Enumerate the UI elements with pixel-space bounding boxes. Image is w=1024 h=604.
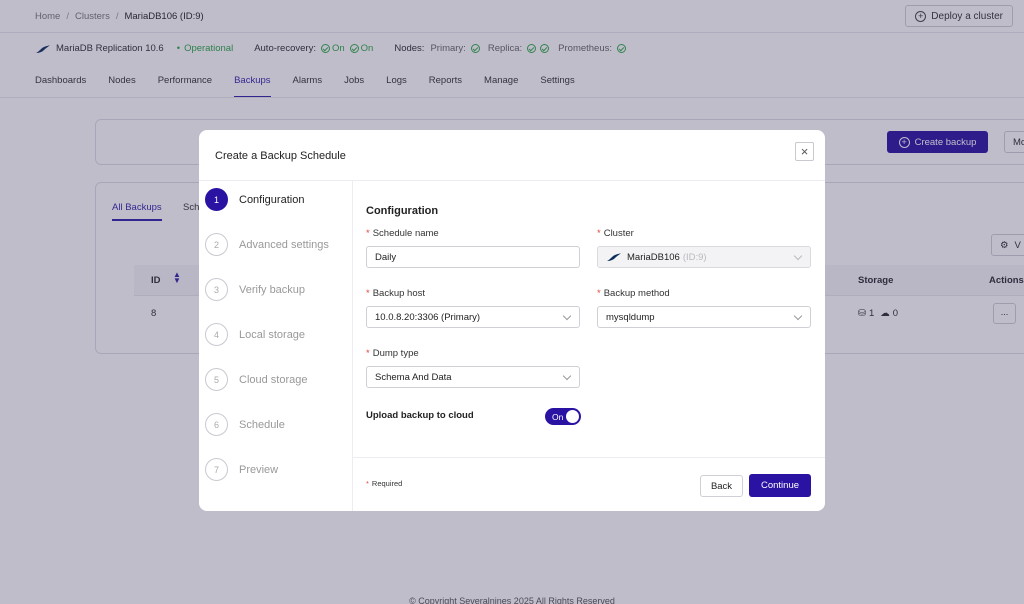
required-asterisk: * bbox=[366, 479, 369, 488]
step-local-storage[interactable]: 4 Local storage bbox=[205, 323, 305, 346]
backup-method-value: mysqldump bbox=[606, 311, 655, 323]
step-cloud-storage[interactable]: 5 Cloud storage bbox=[205, 368, 308, 391]
required-asterisk: * bbox=[366, 228, 370, 239]
step-preview[interactable]: 7 Preview bbox=[205, 458, 278, 481]
cluster-value: MariaDB106 bbox=[627, 251, 680, 263]
step-label: Verify backup bbox=[239, 283, 306, 296]
chevron-down-icon bbox=[793, 251, 803, 261]
step-number: 1 bbox=[205, 188, 228, 211]
step-schedule[interactable]: 6 Schedule bbox=[205, 413, 285, 436]
dump-type-label-text: Dump type bbox=[372, 348, 419, 359]
step-advanced-settings[interactable]: 2 Advanced settings bbox=[205, 233, 329, 256]
continue-button[interactable]: Continue bbox=[749, 474, 811, 497]
dump-type-label: * Dump type bbox=[366, 348, 419, 359]
step-verify-backup[interactable]: 3 Verify backup bbox=[205, 278, 305, 301]
toggle-state: On bbox=[552, 411, 564, 422]
toggle-knob bbox=[566, 410, 579, 423]
dump-type-value: Schema And Data bbox=[375, 371, 452, 383]
step-label: Schedule bbox=[239, 418, 285, 431]
modal-steps-divider bbox=[352, 181, 353, 511]
step-configuration[interactable]: 1 Configuration bbox=[205, 188, 304, 211]
required-asterisk: * bbox=[366, 348, 370, 359]
required-note-text: Required bbox=[371, 479, 403, 488]
required-note: * Required bbox=[366, 479, 402, 488]
mariadb-logo-icon bbox=[607, 253, 621, 261]
backup-method-select[interactable]: mysqldump bbox=[597, 306, 811, 328]
dump-type-select[interactable]: Schema And Data bbox=[366, 366, 580, 388]
schedule-name-input[interactable]: Daily bbox=[366, 246, 580, 268]
required-asterisk: * bbox=[597, 228, 601, 239]
upload-to-cloud-label: Upload backup to cloud bbox=[366, 410, 474, 421]
back-button[interactable]: Back bbox=[700, 475, 743, 497]
step-number: 4 bbox=[205, 323, 228, 346]
step-number: 7 bbox=[205, 458, 228, 481]
schedule-name-label: * Schedule name bbox=[366, 228, 439, 239]
step-label: Local storage bbox=[239, 328, 306, 341]
create-backup-schedule-modal: Create a Backup Schedule × 1 Configurati… bbox=[199, 130, 825, 511]
modal-footer-divider bbox=[353, 457, 825, 458]
modal-header-divider bbox=[199, 180, 825, 181]
modal-title: Create a Backup Schedule bbox=[215, 150, 346, 162]
step-number: 3 bbox=[205, 278, 228, 301]
step-label: Preview bbox=[239, 463, 279, 476]
step-label: Advanced settings bbox=[239, 238, 329, 251]
cluster-select[interactable]: MariaDB106 (ID:9) bbox=[597, 246, 811, 268]
step-number: 5 bbox=[205, 368, 228, 391]
required-asterisk: * bbox=[366, 288, 370, 299]
step-label: Cloud storage bbox=[239, 373, 308, 386]
cluster-label-text: Cluster bbox=[603, 228, 634, 239]
step-number: 2 bbox=[205, 233, 228, 256]
schedule-name-label-text: Schedule name bbox=[372, 228, 439, 239]
backup-host-label-text: Backup host bbox=[372, 288, 425, 299]
backup-host-select[interactable]: 10.0.8.20:3306 (Primary) bbox=[366, 306, 580, 328]
schedule-name-value: Daily bbox=[375, 251, 397, 263]
backup-method-label-text: Backup method bbox=[603, 288, 670, 299]
close-icon[interactable]: × bbox=[795, 142, 814, 161]
step-number: 6 bbox=[205, 413, 228, 436]
chevron-down-icon bbox=[562, 371, 572, 381]
backup-host-value: 10.0.8.20:3306 (Primary) bbox=[375, 311, 481, 323]
step-label: Configuration bbox=[239, 193, 305, 206]
cluster-id: (ID:9) bbox=[682, 251, 707, 263]
section-title: Configuration bbox=[366, 205, 439, 217]
upload-to-cloud-toggle[interactable]: On bbox=[545, 408, 581, 425]
cluster-label: * Cluster bbox=[597, 228, 634, 239]
backup-method-label: * Backup method bbox=[597, 288, 670, 299]
backup-host-label: * Backup host bbox=[366, 288, 425, 299]
required-asterisk: * bbox=[597, 288, 601, 299]
chevron-down-icon bbox=[793, 311, 803, 321]
chevron-down-icon bbox=[562, 311, 572, 321]
